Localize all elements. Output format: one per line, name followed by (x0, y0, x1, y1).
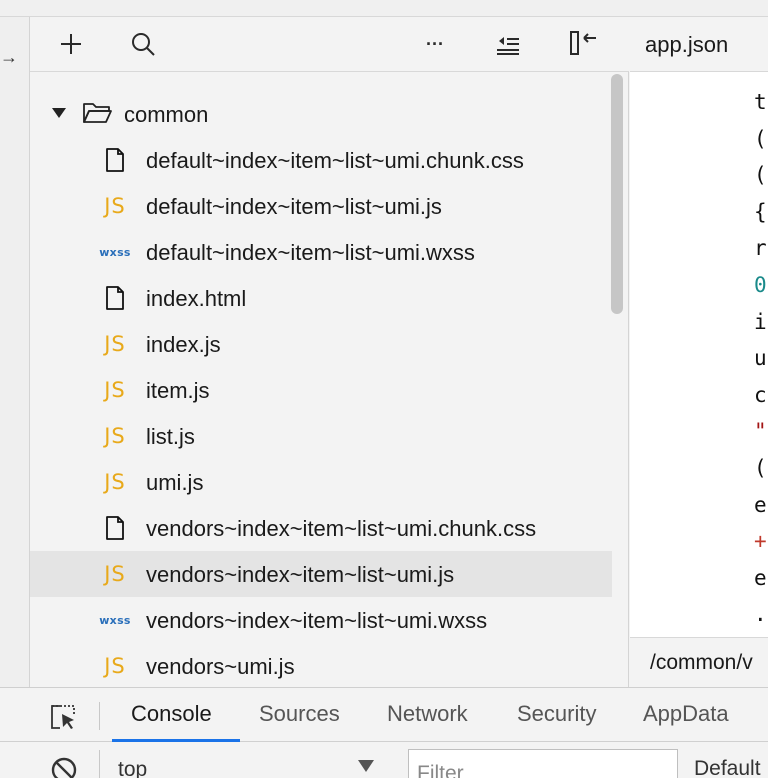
search-icon[interactable] (128, 29, 158, 59)
tree-file-row[interactable]: JS index.js (30, 321, 612, 367)
tree-file-label: list.js (146, 424, 195, 449)
folder-label: common (124, 102, 209, 127)
code-line: . (754, 602, 767, 627)
tree-file-row[interactable]: vendors~index~item~list~umi.chunk.css (30, 505, 612, 551)
tree-file-label: default~index~item~list~umi.js (146, 194, 442, 219)
devtools-tabs: Console Sources Network Security AppData (0, 688, 768, 742)
tab-sources[interactable]: Sources (259, 701, 340, 727)
js-file-icon: JS (100, 192, 130, 220)
js-glyph: JS (104, 654, 126, 678)
tab-network[interactable]: Network (387, 701, 468, 727)
plus-icon[interactable] (56, 29, 86, 59)
hide-sidebar-icon[interactable] (568, 29, 598, 59)
js-file-icon: JS (100, 330, 130, 358)
tree-file-label: vendors~index~item~list~umi.js (146, 562, 455, 587)
code-line: u (754, 346, 767, 371)
tree-file-label: default~index~item~list~umi.wxss (146, 240, 475, 265)
filter-input[interactable] (408, 749, 678, 778)
js-file-icon: JS (100, 468, 130, 496)
code-line: ( (754, 456, 767, 480)
editor-tab-app-json[interactable]: app.json (630, 17, 768, 72)
js-glyph: JS (104, 194, 126, 218)
tab-console[interactable]: Console (131, 701, 212, 727)
caret-down-icon[interactable] (52, 108, 66, 118)
code-line: + (754, 529, 767, 554)
clear-console-icon[interactable] (50, 756, 78, 778)
tree-file-row[interactable]: JS umi.js (30, 459, 612, 505)
inspect-element-icon[interactable] (48, 702, 78, 732)
js-file-icon: JS (100, 652, 130, 680)
context-select[interactable]: top (110, 748, 390, 778)
editor-tab-label: app.json (645, 32, 729, 57)
wxss-file-icon: wxss (99, 238, 131, 266)
tree-file-row[interactable]: JS default~index~item~list~umi.js (30, 183, 612, 229)
code-line: e (754, 565, 767, 590)
tree-scrollbar[interactable] (611, 72, 626, 687)
expand-arrow-icon[interactable]: → (0, 47, 18, 68)
wxss-glyph: wxss (99, 245, 131, 259)
tree-scrollbar-thumb[interactable] (611, 74, 623, 314)
collapse-all-icon[interactable] (494, 29, 524, 59)
js-file-icon: JS (100, 376, 130, 404)
filter-separator (99, 750, 100, 778)
tree-file-label: item.js (146, 378, 210, 403)
tree-file-label: index.js (146, 332, 221, 357)
tree-file-row[interactable]: JS item.js (30, 367, 612, 413)
editor-path-bar: /common/v (630, 637, 768, 687)
chevron-down-icon (358, 760, 374, 772)
document-icon (100, 284, 130, 312)
tree-file-label: vendors~umi.js (146, 654, 295, 679)
folder-open-icon (82, 101, 112, 125)
code-line: " (754, 419, 767, 444)
tree-file-row[interactable]: JS vendors~umi.js (30, 643, 612, 687)
file-tree: common default~index~item~list~umi.chunk… (30, 72, 629, 687)
document-icon (100, 146, 130, 174)
left-gutter: → (0, 17, 30, 687)
more-icon[interactable]: ··· (420, 29, 450, 59)
tree-folder-common[interactable]: common (30, 91, 612, 137)
tree-file-label: index.html (146, 286, 247, 311)
js-glyph: JS (104, 470, 126, 494)
code-line: i (754, 309, 767, 334)
wxss-file-icon: wxss (99, 606, 131, 634)
js-glyph: JS (104, 424, 126, 448)
console-filter-bar: top Default (0, 742, 768, 778)
tree-file-row[interactable]: default~index~item~list~umi.chunk.css (30, 137, 612, 183)
tree-file-row[interactable]: JS list.js (30, 413, 612, 459)
code-line: { (754, 199, 767, 224)
code-line: ( (754, 126, 767, 151)
js-file-icon: JS (100, 422, 130, 450)
log-levels-select[interactable]: Default (694, 757, 761, 778)
tree-file-label: default~index~item~list~umi.chunk.css (146, 148, 524, 173)
window-top-strip (0, 0, 768, 17)
js-glyph: JS (104, 378, 126, 402)
tab-appdata[interactable]: AppData (643, 701, 729, 727)
code-line: c (754, 382, 767, 407)
explorer-toolbar: ··· (30, 17, 629, 72)
devtools-separator (99, 702, 100, 730)
tree-file-row[interactable]: index.html (30, 275, 612, 321)
document-icon (100, 514, 130, 542)
tree-file-row[interactable]: JS vendors~index~item~list~umi.js (30, 551, 612, 597)
code-line: ( (754, 163, 767, 188)
tree-file-label: umi.js (146, 470, 204, 495)
js-file-icon: JS (100, 560, 130, 588)
js-glyph: JS (104, 332, 126, 356)
code-line: r (754, 236, 767, 261)
code-editor[interactable]: t ( ( { r 0 i u c " ( e + e. (630, 72, 768, 637)
code-line: e (754, 492, 767, 517)
tree-file-row[interactable]: wxss default~index~item~list~umi.wxss (30, 229, 612, 275)
wxss-glyph: wxss (99, 613, 131, 627)
tab-security[interactable]: Security (517, 701, 596, 727)
tree-file-label: vendors~index~item~list~umi.wxss (146, 608, 488, 633)
tree-file-row[interactable]: wxss vendors~index~item~list~umi.wxss (30, 597, 612, 643)
js-glyph: JS (104, 562, 126, 586)
context-select-value: top (118, 758, 148, 778)
file-path: /common/v (650, 651, 753, 674)
tree-file-label: vendors~index~item~list~umi.chunk.css (146, 516, 537, 541)
code-line: 0 (754, 273, 767, 297)
devtools-panel: Console Sources Network Security AppData… (0, 687, 768, 778)
code-line: t (754, 90, 767, 114)
